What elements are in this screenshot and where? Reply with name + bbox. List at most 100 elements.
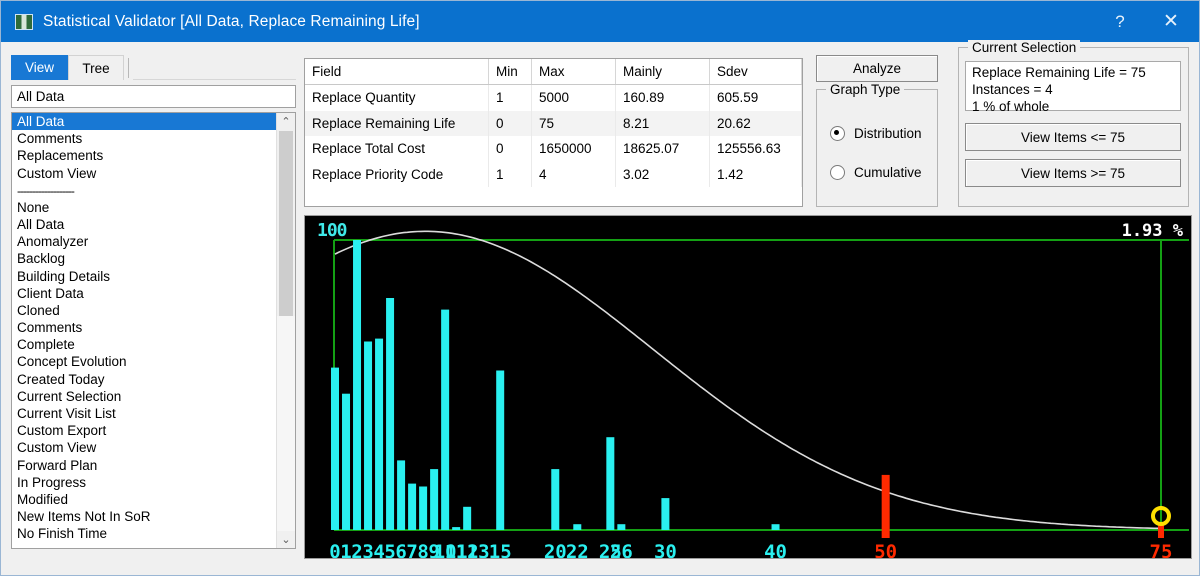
- view-items-gte-button[interactable]: View Items >= 75: [965, 159, 1181, 187]
- view-list-items: All Data Comments Replacements Custom Vi…: [12, 113, 276, 548]
- cell-min: 1: [488, 161, 532, 187]
- cell-sdev: 125556.63: [709, 136, 802, 162]
- cell-mainly: 3.02: [615, 161, 710, 187]
- analyze-button[interactable]: Analyze: [816, 55, 938, 82]
- title-bar: Statistical Validator [All Data, Replace…: [1, 1, 1199, 42]
- close-button[interactable]: ✕: [1143, 1, 1199, 42]
- x-axis-tick-label: 6: [395, 541, 406, 558]
- table-header-row: Field Min Max Mainly Sdev: [305, 59, 802, 85]
- current-selection-box: Replace Remaining Life = 75 Instances = …: [965, 61, 1181, 114]
- list-item[interactable]: Custom View: [12, 439, 276, 456]
- statistical-validator-window: Statistical Validator [All Data, Replace…: [0, 0, 1200, 576]
- list-separator: -------------------: [17, 183, 75, 198]
- x-axis-tick-label: 40: [764, 541, 787, 558]
- view-tree-tabs: View Tree: [11, 53, 296, 80]
- scroll-down-icon[interactable]: ⌄: [277, 531, 295, 548]
- selection-line-percent: 1 % of whole: [972, 99, 1050, 114]
- chart-canvas: 0 1 2 3 4 5 6 7 8 910111213 15 20 22 2526 30 40 50 75: [329, 230, 1189, 558]
- column-header-mainly[interactable]: Mainly: [615, 59, 710, 85]
- cell-sdev: 605.59: [709, 84, 802, 111]
- list-item[interactable]: None: [12, 199, 276, 216]
- tab-tree[interactable]: Tree: [68, 55, 125, 80]
- table-row[interactable]: Replace Total Cost 0 1650000 18625.07 12…: [305, 136, 802, 162]
- list-item[interactable]: Client Data: [12, 285, 276, 302]
- list-item[interactable]: Current Visit List: [12, 405, 276, 422]
- list-item[interactable]: Forward Plan: [12, 457, 276, 474]
- cell-field: Replace Total Cost: [305, 136, 489, 162]
- list-item[interactable]: Concept Evolution: [12, 353, 276, 370]
- x-axis-tick-label: 4: [373, 541, 384, 558]
- cell-field: Replace Priority Code: [305, 161, 489, 187]
- cell-max: 1650000: [531, 136, 616, 162]
- x-axis-tick-label: 15: [489, 541, 512, 558]
- list-item[interactable]: Building Details: [12, 268, 276, 285]
- list-item[interactable]: Comments: [12, 130, 276, 147]
- x-axis-tick-label: 75: [1150, 541, 1173, 558]
- list-item[interactable]: Cloned: [12, 302, 276, 319]
- selection-line-instances: Instances = 4: [972, 82, 1053, 97]
- help-button[interactable]: ?: [1097, 1, 1143, 42]
- list-item[interactable]: Custom View: [12, 165, 276, 182]
- list-item[interactable]: Modified: [12, 491, 276, 508]
- chart-percent-label: 1.93 %: [1121, 221, 1183, 241]
- radio-distribution[interactable]: Distribution: [830, 126, 922, 141]
- graph-type-label: Graph Type: [826, 82, 905, 97]
- cell-max: 4: [531, 161, 616, 187]
- column-header-min[interactable]: Min: [488, 59, 532, 85]
- x-axis-tick-label: 30: [654, 541, 677, 558]
- cell-max: 75: [531, 110, 616, 136]
- list-item[interactable]: Replacements: [12, 147, 276, 164]
- list-item[interactable]: Comments: [12, 319, 276, 336]
- radio-cumulative[interactable]: Cumulative: [830, 165, 922, 180]
- list-item[interactable]: Custom Export: [12, 422, 276, 439]
- list-item[interactable]: New Items Not In SoR: [12, 508, 276, 525]
- list-item[interactable]: In Progress: [12, 474, 276, 491]
- x-axis-tick-label: 8: [417, 541, 428, 558]
- cell-mainly: 160.89: [615, 84, 710, 111]
- scrollbar-thumb[interactable]: [279, 131, 293, 316]
- list-item[interactable]: Created Today: [12, 371, 276, 388]
- list-scrollbar[interactable]: ⌃ ⌄: [276, 113, 295, 548]
- window-title: Statistical Validator [All Data, Replace…: [43, 12, 420, 30]
- list-item[interactable]: All Data: [12, 113, 276, 131]
- list-item[interactable]: All Data: [12, 216, 276, 233]
- selection-line-field: Replace Remaining Life = 75: [972, 65, 1146, 80]
- x-axis-tick-label: 3: [362, 541, 373, 558]
- cell-mainly: 18625.07: [615, 136, 710, 162]
- table-row[interactable]: Replace Quantity 1 5000 160.89 605.59: [305, 84, 802, 111]
- radio-dot-icon: [830, 165, 845, 180]
- table-row[interactable]: Replace Priority Code 1 4 3.02 1.42: [305, 161, 802, 187]
- list-item[interactable]: Anomalyzer: [12, 233, 276, 250]
- cell-max: 5000: [531, 84, 616, 111]
- column-header-max[interactable]: Max: [531, 59, 616, 85]
- chart-y-axis-label: 100: [317, 220, 347, 241]
- scroll-up-icon[interactable]: ⌃: [277, 113, 295, 130]
- radio-dot-icon: [830, 126, 845, 141]
- left-pane: View Tree All Data All Data Comments Rep…: [11, 53, 296, 549]
- tab-strip-filler: [133, 78, 296, 80]
- distribution-chart[interactable]: 100 1.93 % 0 1 2 3 4 5 6 7 8 9 10 11 12 13 15 20 22 25 26 3…: [304, 215, 1192, 559]
- x-axis-tick-label: 22: [566, 541, 589, 558]
- x-axis-tick-label: 1: [340, 541, 351, 558]
- table-row[interactable]: Replace Remaining Life 0 75 8.21 20.62: [305, 110, 802, 136]
- column-header-field[interactable]: Field: [305, 59, 489, 85]
- tab-view[interactable]: View: [11, 55, 69, 80]
- cell-sdev: 20.62: [709, 110, 802, 136]
- list-item[interactable]: Complete: [12, 336, 276, 353]
- x-axis-tick-label: 50: [874, 541, 897, 558]
- x-axis-tick-label: 0: [329, 541, 340, 558]
- view-list: All Data Comments Replacements Custom Vi…: [11, 112, 296, 549]
- list-item[interactable]: Current Selection: [12, 388, 276, 405]
- x-axis-tick-label: 5: [384, 541, 395, 558]
- view-combo-value[interactable]: All Data: [11, 85, 296, 108]
- column-header-sdev[interactable]: Sdev: [709, 59, 802, 85]
- tab-divider: [128, 58, 130, 78]
- view-items-lte-button[interactable]: View Items <= 75: [965, 123, 1181, 151]
- scrollbar-track[interactable]: [277, 316, 295, 531]
- list-item[interactable]: No Finish Time: [12, 525, 276, 542]
- cell-field: Replace Remaining Life: [305, 110, 489, 136]
- x-axis-tick-label: 13: [467, 541, 490, 558]
- x-axis-tick-label: 26: [610, 541, 633, 558]
- cell-min: 0: [488, 136, 532, 162]
- list-item[interactable]: Backlog: [12, 250, 276, 267]
